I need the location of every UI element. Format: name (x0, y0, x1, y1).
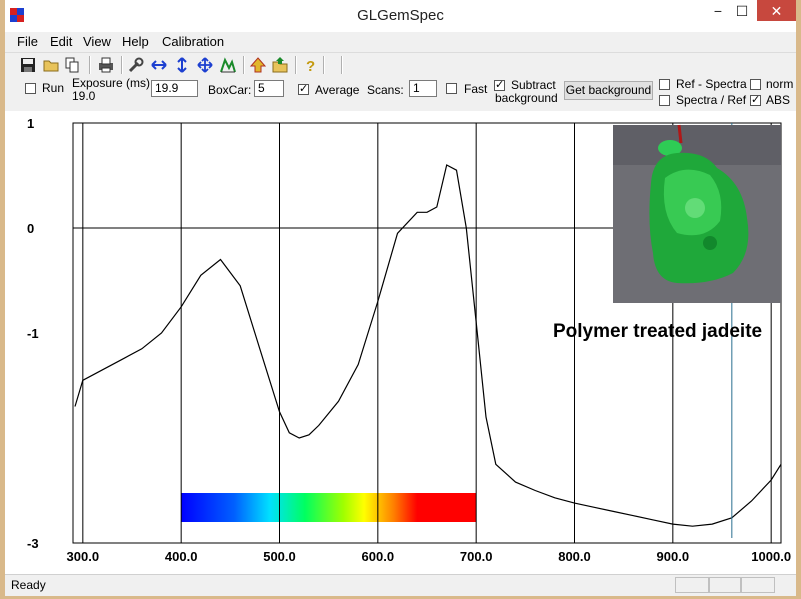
spectra-over-ref-checkbox[interactable] (659, 95, 670, 106)
status-panel-2 (709, 577, 741, 593)
fast-label: Fast (464, 82, 488, 96)
exposure-actual-value: 19.0 (72, 89, 96, 103)
x-tick-label: 400.0 (165, 549, 198, 564)
gem-photo (613, 124, 781, 303)
abs-label: ABS (766, 93, 791, 107)
move-arrows-icon[interactable] (196, 56, 214, 74)
x-tick-label: 600.0 (362, 549, 395, 564)
y-tick-label: -3 (27, 536, 39, 551)
print-icon[interactable] (97, 56, 115, 74)
exposure-input[interactable]: 19.9 (151, 80, 198, 97)
ref-minus-spectra-label: Ref - Spectra (676, 77, 747, 91)
save-icon[interactable] (19, 56, 37, 74)
title-bar[interactable]: GLGemSpec − ☐ ✕ (5, 0, 796, 31)
boxcar-input[interactable]: 5 (254, 80, 284, 97)
maximize-button[interactable]: ☐ (731, 2, 753, 22)
minimize-button[interactable]: − (705, 2, 731, 22)
peak-icon[interactable] (219, 56, 237, 74)
help-icon[interactable]: ? (301, 56, 319, 74)
x-tick-label: 700.0 (460, 549, 493, 564)
x-tick-label: 500.0 (263, 549, 296, 564)
menu-help[interactable]: Help (122, 34, 149, 49)
window-title: GLGemSpec (357, 7, 444, 24)
abs-checkbox[interactable]: ✓ (750, 95, 761, 106)
subtract-background-checkbox[interactable]: ✓ (494, 80, 505, 91)
status-text: Ready (11, 578, 46, 592)
visible-spectrum-band (181, 493, 477, 522)
boxcar-label: BoxCar: (208, 83, 252, 97)
x-tick-label: 1000.0 (751, 549, 791, 564)
y-tick-label: 1 (27, 116, 34, 131)
average-checkbox[interactable]: ✓ (298, 84, 309, 95)
vertical-arrows-icon[interactable] (173, 56, 191, 74)
copy-icon[interactable] (63, 56, 81, 74)
spectrum-chart[interactable]: 300.0 400.0 500.0 600.0 700.0 800.0 900.0 1000.… (5, 113, 796, 573)
norm-label: norm (766, 77, 794, 91)
x-tick-label: 800.0 (558, 549, 591, 564)
run-checkbox[interactable] (25, 83, 36, 94)
horizontal-arrows-icon[interactable] (150, 56, 168, 74)
svg-text:?: ? (306, 58, 315, 74)
spectra-over-ref-label: Spectra / Ref (676, 93, 747, 107)
scans-input[interactable]: 1 (409, 80, 437, 97)
average-label: Average (315, 83, 360, 97)
x-tick-label: 900.0 (657, 549, 690, 564)
up-arrow-icon[interactable] (249, 56, 267, 74)
get-background-button[interactable]: Get background (564, 81, 653, 100)
status-panel-1 (675, 577, 709, 593)
app-window: GLGemSpec − ☐ ✕ File Edit View Help Cali… (0, 0, 801, 599)
subtract-label-line1: Subtract (511, 78, 556, 92)
toolbar: ? (5, 52, 796, 77)
fast-checkbox[interactable] (446, 83, 457, 94)
menu-file[interactable]: File (17, 34, 38, 49)
menu-view[interactable]: View (83, 34, 111, 49)
close-button[interactable]: ✕ (757, 0, 796, 21)
status-panel-3 (741, 577, 775, 593)
menu-edit[interactable]: Edit (50, 34, 72, 49)
wrench-icon[interactable] (127, 56, 145, 74)
menu-bar: File Edit View Help Calibration (5, 32, 796, 52)
menu-calibration[interactable]: Calibration (162, 34, 224, 49)
controls-panel: Run Exposure (ms): 19.0 19.9 BoxCar: 5 ✓… (5, 76, 796, 111)
subtract-label-line2: background (495, 91, 558, 105)
open-icon[interactable] (42, 56, 60, 74)
open-folder-icon[interactable] (271, 56, 289, 74)
scans-label: Scans: (367, 83, 404, 97)
annotation-label: Polymer treated jadeite (553, 321, 763, 342)
run-label: Run (42, 81, 65, 95)
x-tick-label: 300.0 (67, 549, 100, 564)
y-tick-label: 0 (27, 221, 34, 236)
ref-minus-spectra-checkbox[interactable] (659, 79, 670, 90)
norm-checkbox[interactable] (750, 79, 761, 90)
y-tick-label: -1 (27, 326, 39, 341)
exposure-label: Exposure (ms): (72, 76, 154, 90)
plot-area[interactable]: 300.0 400.0 500.0 600.0 700.0 800.0 900.0 1000.… (5, 113, 796, 573)
status-bar: Ready (5, 574, 796, 596)
